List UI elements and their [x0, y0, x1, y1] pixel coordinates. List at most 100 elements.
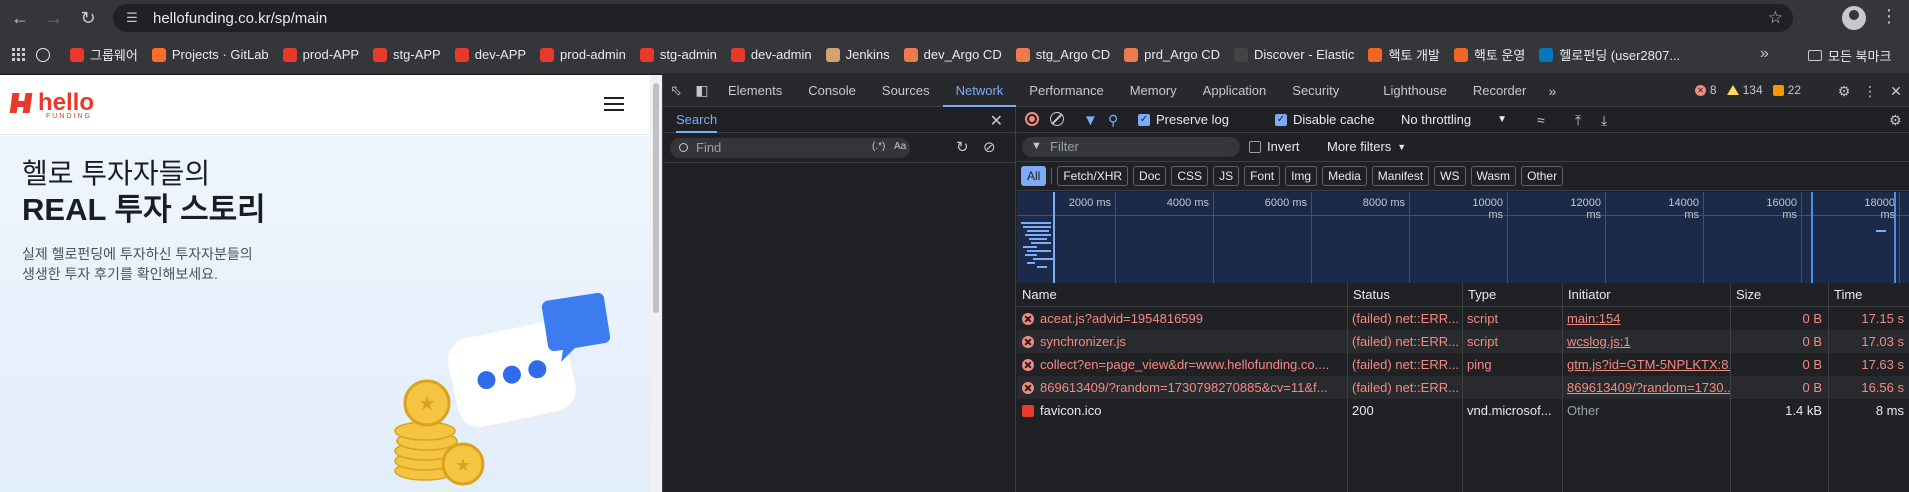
bookmark-item[interactable]: stg_Argo CD [1015, 47, 1110, 62]
cell-name[interactable]: aceat.js?advid=1954816599 [1017, 307, 1347, 330]
devtools-menu-icon[interactable]: ⋮ [1857, 75, 1883, 107]
bookmark-item[interactable]: Jenkins [825, 47, 890, 62]
tab-network[interactable]: Network [942, 75, 1017, 107]
inspect-element-icon[interactable]: ⬁ [663, 75, 689, 107]
console-counts[interactable]: ✕ 8 134 22 [1694, 83, 1801, 97]
column-header-status[interactable]: Status [1347, 283, 1462, 307]
filter-type-media[interactable]: Media [1322, 166, 1367, 186]
bookmark-item[interactable]: prod-APP [282, 47, 359, 62]
site-logo[interactable]: hello FUNDING [8, 89, 94, 120]
close-search-icon[interactable]: ✕ [990, 111, 1003, 131]
refresh-search-icon[interactable]: ↻ [956, 138, 969, 156]
filter-type-js[interactable]: JS [1213, 166, 1240, 186]
regex-toggle[interactable]: (.*) [872, 141, 885, 152]
cell-name[interactable]: 869613409/?random=1730798270885&cv=11&f.… [1017, 376, 1347, 399]
network-search-icon[interactable]: ⚲ [1108, 112, 1118, 129]
cell-name[interactable]: favicon.ico [1017, 399, 1347, 422]
filter-type-font[interactable]: Font [1244, 166, 1281, 186]
network-overview-timeline[interactable]: 2000 ms 4000 ms 6000 ms 8000 ms 10000 ms 1200… [1017, 192, 1909, 283]
tab-security[interactable]: Security [1279, 75, 1352, 107]
table-row[interactable]: 869613409/?random=1730798270885&cv=11&f.… [1017, 376, 1909, 399]
forward-icon[interactable]: → [40, 4, 68, 32]
apps-grid-icon[interactable] [12, 47, 26, 62]
filter-type-all[interactable]: All [1021, 166, 1047, 186]
cell-name[interactable]: collect?en=page_view&dr=www.hellofunding… [1017, 353, 1347, 376]
filter-type-wasm[interactable]: Wasm [1470, 166, 1517, 186]
column-header-initiator[interactable]: Initiator [1562, 283, 1730, 307]
tab-elements[interactable]: Elements [715, 75, 795, 107]
filter-type-css[interactable]: CSS [1171, 166, 1209, 186]
table-row[interactable]: favicon.ico 200 vnd.microsof... Other 1.4 kB… [1017, 399, 1909, 422]
all-bookmarks-folder[interactable]: 모든 북마크 [1808, 46, 1891, 65]
bookmark-item[interactable]: dev_Argo CD [903, 47, 1002, 62]
bookmark-item[interactable]: Projects · GitLab [151, 47, 269, 62]
bookmark-item[interactable]: dev-admin [730, 47, 812, 62]
tab-lighthouse[interactable]: Lighthouse [1370, 75, 1460, 107]
filter-type-ws[interactable]: WS [1434, 166, 1466, 186]
cell-initiator[interactable]: main:154 [1562, 307, 1730, 330]
site-info-icon[interactable]: ☰ [123, 9, 141, 27]
clear-search-icon[interactable]: ⊘ [983, 138, 996, 156]
back-icon[interactable]: ← [6, 4, 34, 32]
hamburger-menu-icon[interactable] [604, 97, 624, 115]
column-header-name[interactable]: Name [1017, 283, 1347, 307]
bookmark-item[interactable]: 핵토 개발 [1368, 45, 1440, 64]
url-text[interactable]: hellofunding.co.kr/sp/main [153, 10, 327, 27]
address-bar[interactable]: ☰ hellofunding.co.kr/sp/main ☆ [113, 4, 1793, 32]
tab-recorder[interactable]: Recorder [1460, 75, 1539, 107]
settings-gear-icon[interactable]: ⚙ [1831, 75, 1857, 107]
bookmark-item[interactable]: stg-APP [373, 47, 441, 62]
network-conditions-icon[interactable]: ≈ [1537, 112, 1545, 128]
timeline-marker[interactable] [1053, 192, 1055, 283]
timeline-marker[interactable] [1894, 192, 1896, 283]
device-toolbar-icon[interactable]: ◧ [689, 75, 715, 107]
cell-initiator[interactable]: 869613409/?random=1730... [1562, 376, 1730, 399]
timeline-marker[interactable] [1811, 192, 1813, 283]
table-row[interactable]: aceat.js?advid=1954816599 (failed) net::E… [1017, 307, 1909, 330]
import-har-icon[interactable]: ⤒ [1575, 112, 1581, 129]
preserve-log-checkbox[interactable]: ✓ Preserve log [1138, 112, 1229, 127]
disable-cache-checkbox[interactable]: ✓ Disable cache [1275, 112, 1375, 127]
column-header-time[interactable]: Time [1828, 283, 1909, 307]
cell-name[interactable]: synchronizer.js [1017, 330, 1347, 353]
more-tabs-icon[interactable]: » [1539, 75, 1565, 107]
throttling-select[interactable]: No throttling ▼ [1401, 112, 1507, 127]
bookmark-item[interactable]: 핵토 운영 [1453, 45, 1525, 64]
bookmark-item[interactable]: prd_Argo CD [1124, 47, 1220, 62]
invert-checkbox[interactable]: Invert [1249, 139, 1300, 154]
tab-memory[interactable]: Memory [1117, 75, 1190, 107]
search-tab[interactable]: Search [676, 108, 718, 133]
page-scrollbar[interactable] [650, 75, 662, 492]
bookmark-item[interactable]: 헬로펀딩 (user2807... [1539, 45, 1680, 64]
table-row[interactable]: synchronizer.js (failed) net::ERR... scrip… [1017, 330, 1909, 353]
bookmark-item[interactable]: Discover - Elastic [1234, 47, 1354, 62]
tab-application[interactable]: Application [1190, 75, 1280, 107]
filter-type-other[interactable]: Other [1521, 166, 1564, 186]
record-button[interactable] [1025, 112, 1039, 126]
more-bookmarks-icon[interactable]: » [1760, 45, 1769, 63]
match-case-toggle[interactable]: Aa [894, 141, 906, 152]
filter-type-img[interactable]: Img [1285, 166, 1318, 186]
more-filters-dropdown[interactable]: More filters ▼ [1327, 139, 1406, 154]
filter-funnel-icon[interactable]: ▼ [1083, 112, 1098, 129]
bookmark-star-icon[interactable]: ☆ [1768, 8, 1783, 28]
network-settings-icon[interactable]: ⚙ [1889, 112, 1902, 129]
network-filter-input[interactable]: Filter [1022, 137, 1240, 157]
tab-console[interactable]: Console [795, 75, 869, 107]
bookmark-item[interactable] [36, 47, 56, 62]
profile-avatar[interactable] [1842, 6, 1866, 30]
cell-initiator[interactable]: gtm.js?id=GTM-5NPLKTX:8... [1562, 353, 1730, 376]
tab-sources[interactable]: Sources [869, 75, 943, 107]
filter-type-doc[interactable]: Doc [1133, 166, 1167, 186]
bookmark-item[interactable]: prod-admin [540, 47, 626, 62]
export-har-icon[interactable]: ⤓ [1601, 112, 1607, 129]
scrollbar-thumb[interactable] [653, 83, 659, 313]
clear-log-button[interactable] [1050, 112, 1064, 126]
bookmark-item[interactable]: dev-APP [454, 47, 526, 62]
filter-type-manifest[interactable]: Manifest [1371, 166, 1430, 186]
filter-type-fetch-xhr[interactable]: Fetch/XHR [1057, 166, 1129, 186]
cell-initiator[interactable]: wcslog.js:1 [1562, 330, 1730, 353]
tab-performance[interactable]: Performance [1016, 75, 1116, 107]
browser-menu-icon[interactable]: ⋮ [1880, 6, 1898, 27]
bookmark-item[interactable]: 그룹웨어 [70, 45, 138, 64]
